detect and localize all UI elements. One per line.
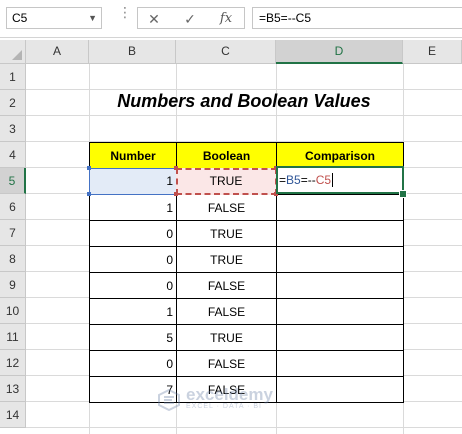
text-cursor [332,173,334,187]
row-header-13[interactable]: 13 [0,376,26,402]
boolean-cell[interactable]: TRUE [176,220,277,247]
column-header-a[interactable]: A [26,40,89,64]
row-header-6[interactable]: 6 [0,194,26,220]
fill-handle[interactable] [399,190,407,198]
comparison-cell[interactable] [276,220,404,247]
chevron-down-icon[interactable]: ▼ [88,8,97,28]
name-box-value: C5 [12,11,28,25]
reference-handle[interactable] [174,192,178,196]
cell-editor[interactable]: =B5=--C5 [279,173,334,187]
insert-function-icon[interactable]: fx [214,10,238,28]
boolean-cell[interactable]: FALSE [176,298,277,325]
reference-handle[interactable] [87,192,91,196]
number-cell[interactable]: 0 [89,350,177,377]
comparison-cell[interactable] [276,246,404,273]
editor-ref-b5: B5 [286,173,301,187]
editor-ref-c5: C5 [315,173,332,187]
column-header-e[interactable]: E [403,40,462,64]
number-cell[interactable]: 0 [89,272,177,299]
row-header-12[interactable]: 12 [0,350,26,376]
column-header-b[interactable]: B [89,40,176,64]
comparison-cell[interactable] [276,350,404,377]
boolean-cell[interactable]: TRUE [176,324,277,351]
number-cell[interactable]: 5 [89,324,177,351]
gridline [26,427,462,428]
cancel-icon[interactable]: ✕ [142,10,166,28]
row-header-14[interactable]: 14 [0,402,26,428]
more-icon[interactable]: ⋮ [118,5,132,27]
comparison-cell[interactable] [276,298,404,325]
comparison-cell[interactable] [276,272,404,299]
comparison-cell[interactable] [276,194,404,221]
column-header-d[interactable]: D [276,40,403,64]
reference-handle[interactable] [87,166,91,170]
exceldemy-logo-icon [158,389,180,411]
boolean-cell[interactable]: FALSE [176,194,277,221]
boolean-cell[interactable]: FALSE [176,272,277,299]
name-box[interactable]: C5 ▼ [6,7,102,29]
sheet-title[interactable]: Numbers and Boolean Values [26,88,462,114]
row-header-2[interactable]: 2 [0,90,26,116]
formula-bar: C5 ▼ ⋮ ✕ ✓ fx =B5=--C5 [0,0,462,38]
watermark-name: exceldemy [186,385,273,404]
row-header-7[interactable]: 7 [0,220,26,246]
editor-operator: =-- [300,173,316,187]
column-header-c[interactable]: C [176,40,276,64]
row-header-5[interactable]: 5 [0,168,26,194]
row-header-1[interactable]: 1 [0,64,26,90]
row-header-4[interactable]: 4 [0,142,26,168]
gridline [26,115,462,116]
number-cell[interactable]: 0 [89,246,177,273]
boolean-cell-c5[interactable]: TRUE [176,168,276,195]
select-all-icon [12,50,22,60]
formula-input[interactable]: =B5=--C5 [252,7,462,29]
comparison-cell[interactable] [276,324,404,351]
boolean-cell[interactable]: FALSE [176,350,277,377]
number-cell[interactable]: 1 [89,194,177,221]
enter-icon[interactable]: ✓ [178,10,202,28]
editor-equals: = [279,173,287,187]
number-cell-b5[interactable]: 1 [89,168,176,195]
boolean-cell[interactable]: TRUE [176,246,277,273]
table-header-number-header[interactable]: Number [89,142,177,169]
row-header-10[interactable]: 10 [0,298,26,324]
number-cell[interactable]: 0 [89,220,177,247]
table-header-boolean-header[interactable]: Boolean [176,142,277,169]
row-header-9[interactable]: 9 [0,272,26,298]
row-header-3[interactable]: 3 [0,116,26,142]
number-cell[interactable]: 1 [89,298,177,325]
row-header-8[interactable]: 8 [0,246,26,272]
watermark-tag: EXCEL · DATA · BI [186,403,262,410]
formula-buttons: ✕ ✓ fx [137,7,245,29]
watermark: exceldemy EXCEL · DATA · BI [158,385,308,415]
table-header-comparison-header[interactable]: Comparison [276,142,404,169]
row-header-11[interactable]: 11 [0,324,26,350]
reference-handle[interactable] [174,166,178,170]
select-all-button[interactable] [0,40,26,64]
